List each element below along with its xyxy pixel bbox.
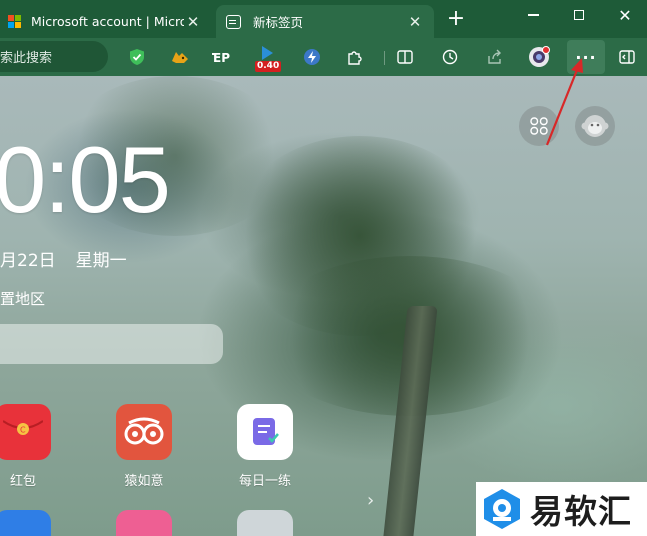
quick-link-tile-row2[interactable] [237,510,293,536]
title-bar: Microsoft account | Microsoft ✕ 新标签页 ✕ +… [0,0,647,38]
quick-link-tile: C [0,404,51,460]
app-launcher-button[interactable] [519,106,559,146]
svg-text:EP: EP [213,51,230,64]
sidebar-toggle-button[interactable] [614,44,640,70]
address-bar[interactable]: 索此搜索 [0,41,108,72]
close-tab-icon[interactable]: ✕ [184,13,202,31]
extension-badge: 0.40 [255,61,282,72]
play-extension-icon [262,46,273,60]
quick-links: C 红包 猿如意 每日一练 [0,404,320,504]
address-placeholder: 索此搜索 [0,51,53,66]
date-line: 月22日 星期一 [0,246,127,271]
tab-label: Microsoft account | Microsoft [31,14,184,29]
tab-microsoft-account[interactable]: Microsoft account | Microsoft ✕ [0,5,212,38]
new-tab-button[interactable]: + [444,8,468,32]
close-tab-icon[interactable]: ✕ [406,13,424,31]
microsoft-logo-icon [8,14,22,29]
quick-link-name: 每日一练 [238,474,291,489]
lightning-extension-icon [304,49,320,65]
more-icon: ··· [575,47,597,67]
yuanruyi-logo-icon [124,417,164,445]
tab-label: 新标签页 [253,15,304,30]
quick-link-name: 红包 [9,474,36,489]
minimize-button[interactable] [510,0,556,30]
quick-link-tile [116,404,172,460]
split-screen-icon [397,50,413,64]
quick-link-name: 猿如意 [124,474,164,489]
account-avatar-button[interactable] [575,106,615,146]
ep-extension-icon: EP [212,51,230,64]
tab-new-tab[interactable]: 新标签页 ✕ [216,5,434,38]
profile-button[interactable] [526,44,552,70]
extensions-button[interactable] [342,44,368,70]
watermark: 易软汇 [476,482,647,536]
maximize-icon [574,10,584,20]
minimize-icon [527,14,539,16]
monkey-avatar-icon [581,115,609,137]
watermark-text: 易软汇 [530,492,632,531]
apps-grid-icon [530,117,548,135]
maximize-button[interactable] [556,0,602,30]
share-icon [488,49,501,64]
fox-extension-button[interactable] [167,44,193,70]
date: 月22日 [0,251,56,271]
sidebar-icon [619,50,635,64]
quick-link-tile-row2[interactable] [116,510,172,536]
watermark-logo-icon [484,489,520,529]
page-search-box[interactable] [0,324,223,364]
practice-doc-icon [253,418,279,445]
history-icon [442,49,458,65]
toolbar-separator [384,51,385,65]
quick-link-hongbao[interactable]: C 红包 [0,404,63,489]
lightning-extension-button[interactable] [299,44,325,70]
location-link[interactable]: 置地区 [0,288,45,309]
quick-link-tile-row2[interactable] [0,510,51,536]
split-screen-button[interactable] [392,44,418,70]
fox-extension-icon [172,52,188,63]
shield-extension-button[interactable] [124,44,150,70]
ep-extension-button[interactable]: EP [210,44,236,70]
profile-icon [529,46,550,67]
more-options-button[interactable]: ··· [567,40,605,74]
toolbar: 索此搜索 EP 0.40 ··· [0,38,647,76]
svg-text:C: C [20,426,26,435]
new-tab-page: 0:05 月22日 星期一 置地区 C 红包 猿如意 每日一练 › [0,76,647,536]
quick-link-tile [237,404,293,460]
next-page-arrow[interactable]: › [367,490,374,511]
weekday: 星期一 [75,251,127,271]
quick-link-meiri[interactable]: 每日一练 [225,404,305,489]
new-tab-page-icon [226,14,241,29]
red-envelope-icon: C [3,415,43,449]
close-window-button[interactable]: ✕ [602,0,647,30]
clock: 0:05 [0,127,171,232]
history-button[interactable] [437,44,463,70]
puzzle-icon [348,51,362,65]
share-button[interactable] [482,44,508,70]
quick-link-yuanruyi[interactable]: 猿如意 [104,404,184,489]
shield-icon [130,49,144,65]
play-extension-button[interactable]: 0.40 [254,44,282,72]
